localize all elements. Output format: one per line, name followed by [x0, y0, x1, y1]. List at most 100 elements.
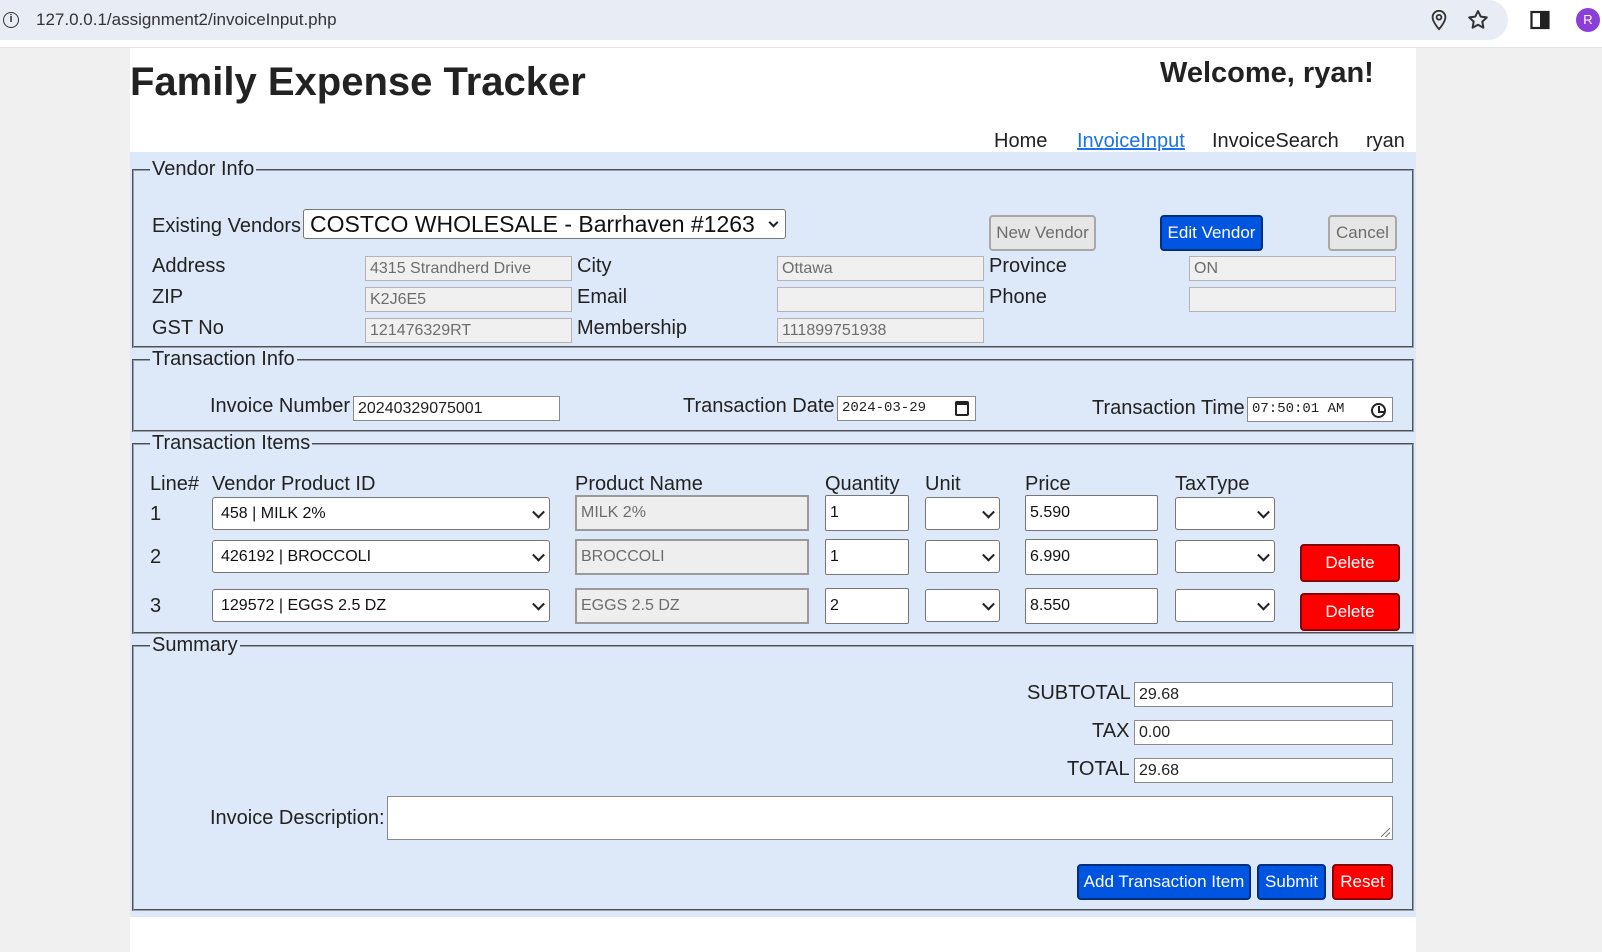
phone-field[interactable] — [1189, 287, 1396, 312]
invoice-description-textarea[interactable] — [387, 796, 1393, 840]
profile-avatar[interactable]: R — [1576, 8, 1600, 32]
email-field[interactable] — [777, 287, 984, 312]
transaction-date-input[interactable]: 2024-03-29 — [837, 396, 976, 421]
existing-vendors-value: COSTCO WHOLESALE - Barrhaven #1263 — [310, 210, 755, 237]
header-taxtype: TaxType — [1175, 473, 1250, 495]
gst-label: GST No — [152, 317, 224, 339]
add-transaction-item-button[interactable]: Add Transaction Item — [1077, 864, 1251, 900]
page: Family Expense Tracker Welcome, ryan! Ho… — [130, 48, 1416, 952]
phone-label: Phone — [989, 286, 1047, 308]
clock-icon[interactable] — [1371, 403, 1386, 418]
delete-row-button[interactable]: Delete — [1300, 593, 1400, 631]
vendor-info-legend: Vendor Info — [152, 158, 255, 180]
product-id-value: 129572 | EGGS 2.5 DZ — [221, 596, 387, 614]
quantity-input[interactable]: 1 — [825, 539, 909, 575]
quantity-input[interactable]: 2 — [825, 588, 909, 624]
new-vendor-button[interactable]: New Vendor — [989, 215, 1096, 251]
total-field[interactable]: 29.68 — [1134, 758, 1393, 783]
vendor-info-section: Vendor Info Existing Vendors COSTCO WHOL… — [132, 158, 1414, 348]
chevron-down-icon — [532, 548, 545, 562]
submit-button[interactable]: Submit — [1257, 864, 1326, 900]
main-content: Vendor Info Existing Vendors COSTCO WHOL… — [130, 152, 1416, 917]
product-name-field[interactable]: MILK 2% — [575, 495, 809, 531]
side-panel-icon[interactable] — [1530, 10, 1550, 30]
quantity-input[interactable]: 1 — [825, 495, 909, 531]
edit-vendor-button[interactable]: Edit Vendor — [1160, 215, 1263, 251]
transaction-items-section: Transaction Items Line# Vendor Product I… — [132, 432, 1414, 634]
subtotal-field[interactable]: 29.68 — [1134, 682, 1393, 707]
product-id-select[interactable]: 426192 | BROCCOLI — [212, 540, 550, 573]
city-label: City — [577, 255, 612, 277]
product-name-field[interactable]: BROCCOLI — [575, 539, 809, 575]
tax-field[interactable]: 0.00 — [1134, 720, 1393, 745]
email-label: Email — [577, 286, 628, 308]
existing-vendors-label: Existing Vendors — [152, 215, 301, 237]
membership-label: Membership — [577, 317, 688, 339]
calendar-icon[interactable] — [955, 401, 969, 416]
transaction-date-label: Transaction Date — [683, 395, 835, 417]
province-field[interactable]: ON — [1189, 256, 1396, 281]
nav-invoice-search[interactable]: InvoiceSearch — [1212, 130, 1339, 153]
header-product-name: Product Name — [575, 473, 703, 495]
price-input[interactable]: 6.990 — [1025, 539, 1158, 575]
transaction-time-value: 07:50:01 AM — [1252, 401, 1345, 417]
tax-label: TAX — [1092, 720, 1130, 742]
existing-vendors-select[interactable]: COSTCO WHOLESALE - Barrhaven #1263 — [303, 209, 786, 239]
chevron-down-icon — [1257, 505, 1270, 519]
page-title: Family Expense Tracker — [130, 60, 586, 104]
zip-label: ZIP — [152, 286, 184, 308]
address-label: Address — [152, 255, 226, 277]
unit-select[interactable] — [925, 589, 1000, 622]
url-text[interactable]: 127.0.0.1/assignment2/invoiceInput.php — [36, 10, 337, 30]
city-field[interactable]: Ottawa — [777, 256, 984, 281]
transaction-time-label: Transaction Time — [1092, 397, 1245, 419]
product-id-select[interactable]: 129572 | EGGS 2.5 DZ — [212, 589, 550, 622]
chevron-down-icon — [982, 548, 995, 562]
nav-user[interactable]: ryan — [1366, 130, 1405, 153]
address-bar[interactable]: i 127.0.0.1/assignment2/invoiceInput.php — [0, 0, 1508, 40]
total-label: TOTAL — [1067, 758, 1130, 780]
taxtype-select[interactable] — [1175, 540, 1275, 573]
cancel-button[interactable]: Cancel — [1328, 215, 1397, 251]
reset-button[interactable]: Reset — [1332, 864, 1393, 900]
invoice-description-label: Invoice Description: — [210, 807, 385, 829]
product-name-field[interactable]: EGGS 2.5 DZ — [575, 588, 809, 624]
address-field[interactable]: 4315 Strandherd Drive — [365, 256, 572, 281]
chevron-down-icon — [768, 217, 779, 228]
subtotal-label: SUBTOTAL — [1027, 682, 1131, 704]
taxtype-select[interactable] — [1175, 497, 1275, 530]
chevron-down-icon — [532, 505, 545, 519]
nav-home[interactable]: Home — [994, 130, 1047, 153]
delete-row-button[interactable]: Delete — [1300, 544, 1400, 582]
product-id-value: 458 | MILK 2% — [221, 504, 326, 522]
transaction-info-section: Transaction Info Invoice Number 20240329… — [132, 348, 1414, 432]
invoice-number-label: Invoice Number — [210, 395, 351, 417]
transaction-items-legend: Transaction Items — [152, 432, 311, 454]
row-line-number: 1 — [150, 503, 162, 525]
transaction-info-legend: Transaction Info — [152, 348, 295, 370]
summary-section: Summary SUBTOTAL 29.68 TAX 0.00 TOTAL 29… — [132, 634, 1414, 911]
location-pin-icon[interactable] — [1428, 9, 1450, 31]
nav-invoice-input[interactable]: InvoiceInput — [1077, 130, 1185, 153]
zip-field[interactable]: K2J6E5 — [365, 287, 572, 312]
invoice-number-input[interactable]: 20240329075001 — [353, 396, 560, 421]
gst-field[interactable]: 121476329RT — [365, 318, 572, 343]
chevron-down-icon — [532, 597, 545, 611]
price-input[interactable]: 5.590 — [1025, 495, 1158, 531]
resize-handle-icon[interactable] — [1381, 828, 1390, 837]
site-info-icon[interactable]: i — [3, 12, 19, 28]
product-id-select[interactable]: 458 | MILK 2% — [212, 497, 550, 530]
bookmark-star-icon[interactable] — [1466, 8, 1490, 32]
chevron-down-icon — [1257, 597, 1270, 611]
taxtype-select[interactable] — [1175, 589, 1275, 622]
welcome-message: Welcome, ryan! — [1160, 57, 1374, 89]
header-price: Price — [1025, 473, 1071, 495]
unit-select[interactable] — [925, 540, 1000, 573]
header-vendor-product-id: Vendor Product ID — [212, 473, 376, 495]
unit-select[interactable] — [925, 497, 1000, 530]
chevron-down-icon — [982, 597, 995, 611]
price-input[interactable]: 8.550 — [1025, 588, 1158, 624]
membership-field[interactable]: 111899751938 — [777, 318, 984, 343]
transaction-time-input[interactable]: 07:50:01 AM — [1247, 397, 1393, 422]
browser-toolbar: i 127.0.0.1/assignment2/invoiceInput.php… — [0, 0, 1602, 48]
